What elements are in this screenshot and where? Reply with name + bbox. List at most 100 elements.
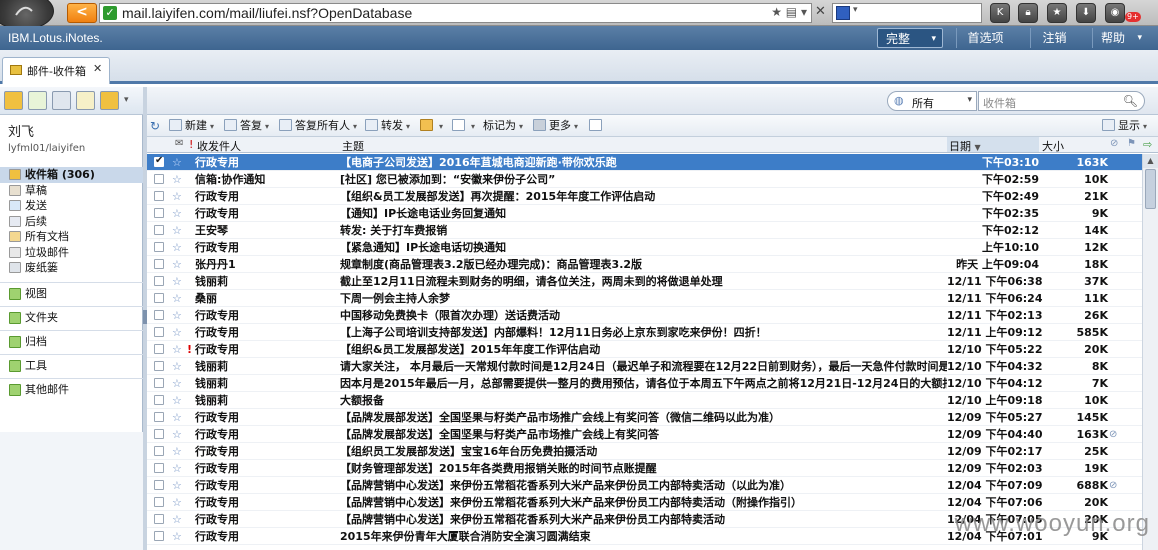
star-icon[interactable]: ☆ <box>172 290 182 307</box>
row-checkbox[interactable] <box>154 259 164 269</box>
date-column[interactable]: 日期 ▼ <box>949 138 981 154</box>
table-row[interactable]: ☆ 钱丽莉 请大家关注， 本月最后一天常规付款时间是12月24日（最迟单子和流程要在… <box>147 358 1142 375</box>
download-icon[interactable]: ⬇ <box>1076 3 1096 23</box>
row-checkbox[interactable] <box>154 191 164 201</box>
mail-app-icon[interactable] <box>4 91 23 110</box>
table-row[interactable]: ☆ 钱丽莉 截止至12月11日流程未到财务的明细，请各位关注，两周未到的将做退单处理… <box>147 273 1142 290</box>
table-row[interactable]: ☆ 行政专用 【品牌发展部发送】全国坚果与籽类产品市场推广会线上有奖问答（微信二维码… <box>147 409 1142 426</box>
row-checkbox[interactable] <box>154 344 164 354</box>
size-column[interactable]: 大小 <box>1042 138 1064 154</box>
star-icon[interactable]: ☆ <box>172 188 182 205</box>
k-icon[interactable]: K <box>990 3 1010 23</box>
table-row[interactable]: ☆ 行政专用 【品牌发展部发送】全国坚果与籽类产品市场推广会线上有奖问答 12/09 … <box>147 426 1142 443</box>
table-row[interactable]: ☆ 信箱:协作通知 [社区] 您已被添加到：“安徽来伊份子公司” 下午02:59 10K <box>147 171 1142 188</box>
section-2[interactable]: 归档 <box>0 329 143 354</box>
star-icon[interactable]: ☆ <box>172 426 182 443</box>
table-row[interactable]: ☆! 行政专用 【组织&员工发展部发送】2015年年度工作评估启动 12/10 下午0… <box>147 341 1142 358</box>
scroll-up-arrow-icon[interactable]: ▲ <box>1143 154 1158 168</box>
table-row[interactable]: ☆ 行政专用 中国移动免费换卡（限首次办理）送话费活动 12/11 下午02:13 26… <box>147 307 1142 324</box>
table-row[interactable]: ☆ 钱丽莉 因本月是2015年最后一月，总部需要提供一整月的费用预估，请各位于本周五… <box>147 375 1142 392</box>
section-1[interactable]: 文件夹 <box>0 305 143 330</box>
table-row[interactable]: ☆ 桑丽 下周一例会主持人余梦 12/11 下午06:24 11K <box>147 290 1142 307</box>
url-text[interactable]: mail.laiyifen.com/mail/liufei.nsf?OpenDa… <box>122 5 412 21</box>
star-icon[interactable]: ☆ <box>172 511 182 528</box>
star-icon[interactable]: ☆ <box>172 239 182 256</box>
subject-column[interactable]: 主题 <box>342 138 364 154</box>
notebook-app-icon[interactable] <box>100 91 119 110</box>
filter-select[interactable]: ◍ 所有 ▾ <box>887 91 977 111</box>
folder-item-3[interactable]: 后续 <box>0 214 143 230</box>
mail-search-input[interactable]: 收件箱 🔍︎ <box>978 91 1145 111</box>
row-checkbox[interactable] <box>154 429 164 439</box>
table-row[interactable]: ☆ 王安琴 转发: 关于打车费报销 下午02:12 14K <box>147 222 1142 239</box>
star-icon[interactable]: ☆ <box>172 358 182 375</box>
star-icon[interactable]: ★ <box>1047 3 1067 23</box>
chevron-down-icon[interactable]: ▾ <box>801 5 807 19</box>
refresh-icon[interactable]: ↻ <box>150 118 160 134</box>
star-icon[interactable]: ☆ <box>172 494 182 511</box>
star-icon[interactable]: ☆ <box>172 307 182 324</box>
bookmark-star-icon[interactable]: ★ <box>771 5 782 19</box>
row-checkbox[interactable] <box>154 480 164 490</box>
sender-column[interactable]: 收发件人 <box>197 138 241 154</box>
star-icon[interactable]: ☆ <box>172 375 182 392</box>
print-button[interactable] <box>589 118 605 134</box>
section-4[interactable]: 其他邮件 <box>0 377 143 402</box>
star-icon[interactable]: ☆ <box>172 341 182 358</box>
table-row[interactable]: ✔ ☆ 行政专用 【电商子公司发送】2016年苴城电商迎新跑·带你欢乐跑 下午03:10… <box>147 154 1142 171</box>
address-bar[interactable]: ✓ mail.laiyifen.com/mail/liufei.nsf?Open… <box>99 3 812 23</box>
star-icon[interactable]: ☆ <box>172 477 182 494</box>
search-icon[interactable]: 🔍︎ <box>1123 94 1138 108</box>
game-icon[interactable]: ◉ <box>1105 3 1125 23</box>
row-checkbox[interactable] <box>154 327 164 337</box>
star-icon[interactable]: ☆ <box>172 324 182 341</box>
table-row[interactable]: ☆ 行政专用 【品牌营销中心发送】来伊份五常稻花香系列大米产品来伊份员工内部特卖活动… <box>147 494 1142 511</box>
row-checkbox[interactable] <box>154 378 164 388</box>
row-checkbox[interactable] <box>154 514 164 524</box>
reply-all-button[interactable]: 答复所有人 ▾ <box>279 118 357 135</box>
table-row[interactable]: ☆ 行政专用 【财务管理部发送】2015年各类费用报销关账的时间节点账提醒 12/09… <box>147 460 1142 477</box>
row-checkbox[interactable] <box>154 310 164 320</box>
message-list-scrollbar[interactable]: ▲ <box>1142 154 1158 550</box>
folder-item-2[interactable]: 发送 <box>0 198 143 214</box>
todo-app-icon[interactable] <box>76 91 95 110</box>
browser-search-box[interactable]: ▾ <box>832 3 982 23</box>
reply-button[interactable]: 答复 ▾ <box>224 118 269 135</box>
star-icon[interactable]: ☆ <box>172 205 182 222</box>
star-icon[interactable]: ☆ <box>172 392 182 409</box>
section-3[interactable]: 工具 <box>0 353 143 378</box>
row-checkbox[interactable] <box>154 395 164 405</box>
star-icon[interactable]: ☆ <box>172 528 182 545</box>
star-icon[interactable]: ☆ <box>172 171 182 188</box>
row-checkbox[interactable] <box>154 293 164 303</box>
calendar-app-icon[interactable] <box>28 91 47 110</box>
row-checkbox[interactable] <box>154 225 164 235</box>
mark-as-button[interactable]: 标记为 ▾ <box>483 118 523 135</box>
table-row[interactable]: ☆ 行政专用 【品牌营销中心发送】来伊份五常稻花香系列大米产品来伊份员工内部特卖活动… <box>147 477 1142 494</box>
star-icon[interactable]: ☆ <box>172 273 182 290</box>
star-icon[interactable]: ☆ <box>172 409 182 426</box>
table-row[interactable]: ☆ 行政专用 【组织&员工发展部发送】再次提醒：2015年年度工作评估启动 下午02:… <box>147 188 1142 205</box>
table-row[interactable]: ☆ 行政专用 【上海子公司培训支持部发送】内部爆料！12月11日务必上京东到家吃来伊… <box>147 324 1142 341</box>
contacts-app-icon[interactable] <box>52 91 71 110</box>
scrollbar-thumb[interactable] <box>1145 169 1156 209</box>
back-button[interactable]: < <box>67 3 97 23</box>
move-to-folder-button[interactable]: ▾ <box>420 118 443 135</box>
folder-item-0[interactable]: 收件箱 (306) <box>0 167 143 183</box>
table-row[interactable]: ☆ 张丹丹1 规章制度(商品管理表3.2版已经办理完成)：商品管理表3.2版 昨天 上… <box>147 256 1142 273</box>
importance-column[interactable]: ! <box>189 138 193 151</box>
complete-mode-dropdown[interactable]: 完整 ▾ <box>877 28 943 48</box>
star-icon[interactable]: ☆ <box>172 222 182 239</box>
row-checkbox[interactable] <box>154 276 164 286</box>
chevron-down-icon[interactable]: ▾ <box>853 5 858 15</box>
row-checkbox[interactable] <box>154 242 164 252</box>
folder-item-4[interactable]: 所有文档 <box>0 229 143 245</box>
row-checkbox[interactable] <box>154 361 164 371</box>
table-row[interactable]: ☆ 钱丽莉 大额报备 12/10 上午09:18 10K <box>147 392 1142 409</box>
chevron-down-icon[interactable]: ▾ <box>124 95 129 105</box>
table-row[interactable]: ☆ 行政专用 【组织员工发展部发送】宝宝16年台历免费拍摄活动 12/09 下午02:… <box>147 443 1142 460</box>
row-checkbox[interactable] <box>154 531 164 541</box>
table-row[interactable]: ☆ 行政专用 【通知】IP长途电话业务回复通知 下午02:35 9K <box>147 205 1142 222</box>
row-checkbox[interactable] <box>154 208 164 218</box>
folder-item-1[interactable]: 草稿 <box>0 183 143 199</box>
